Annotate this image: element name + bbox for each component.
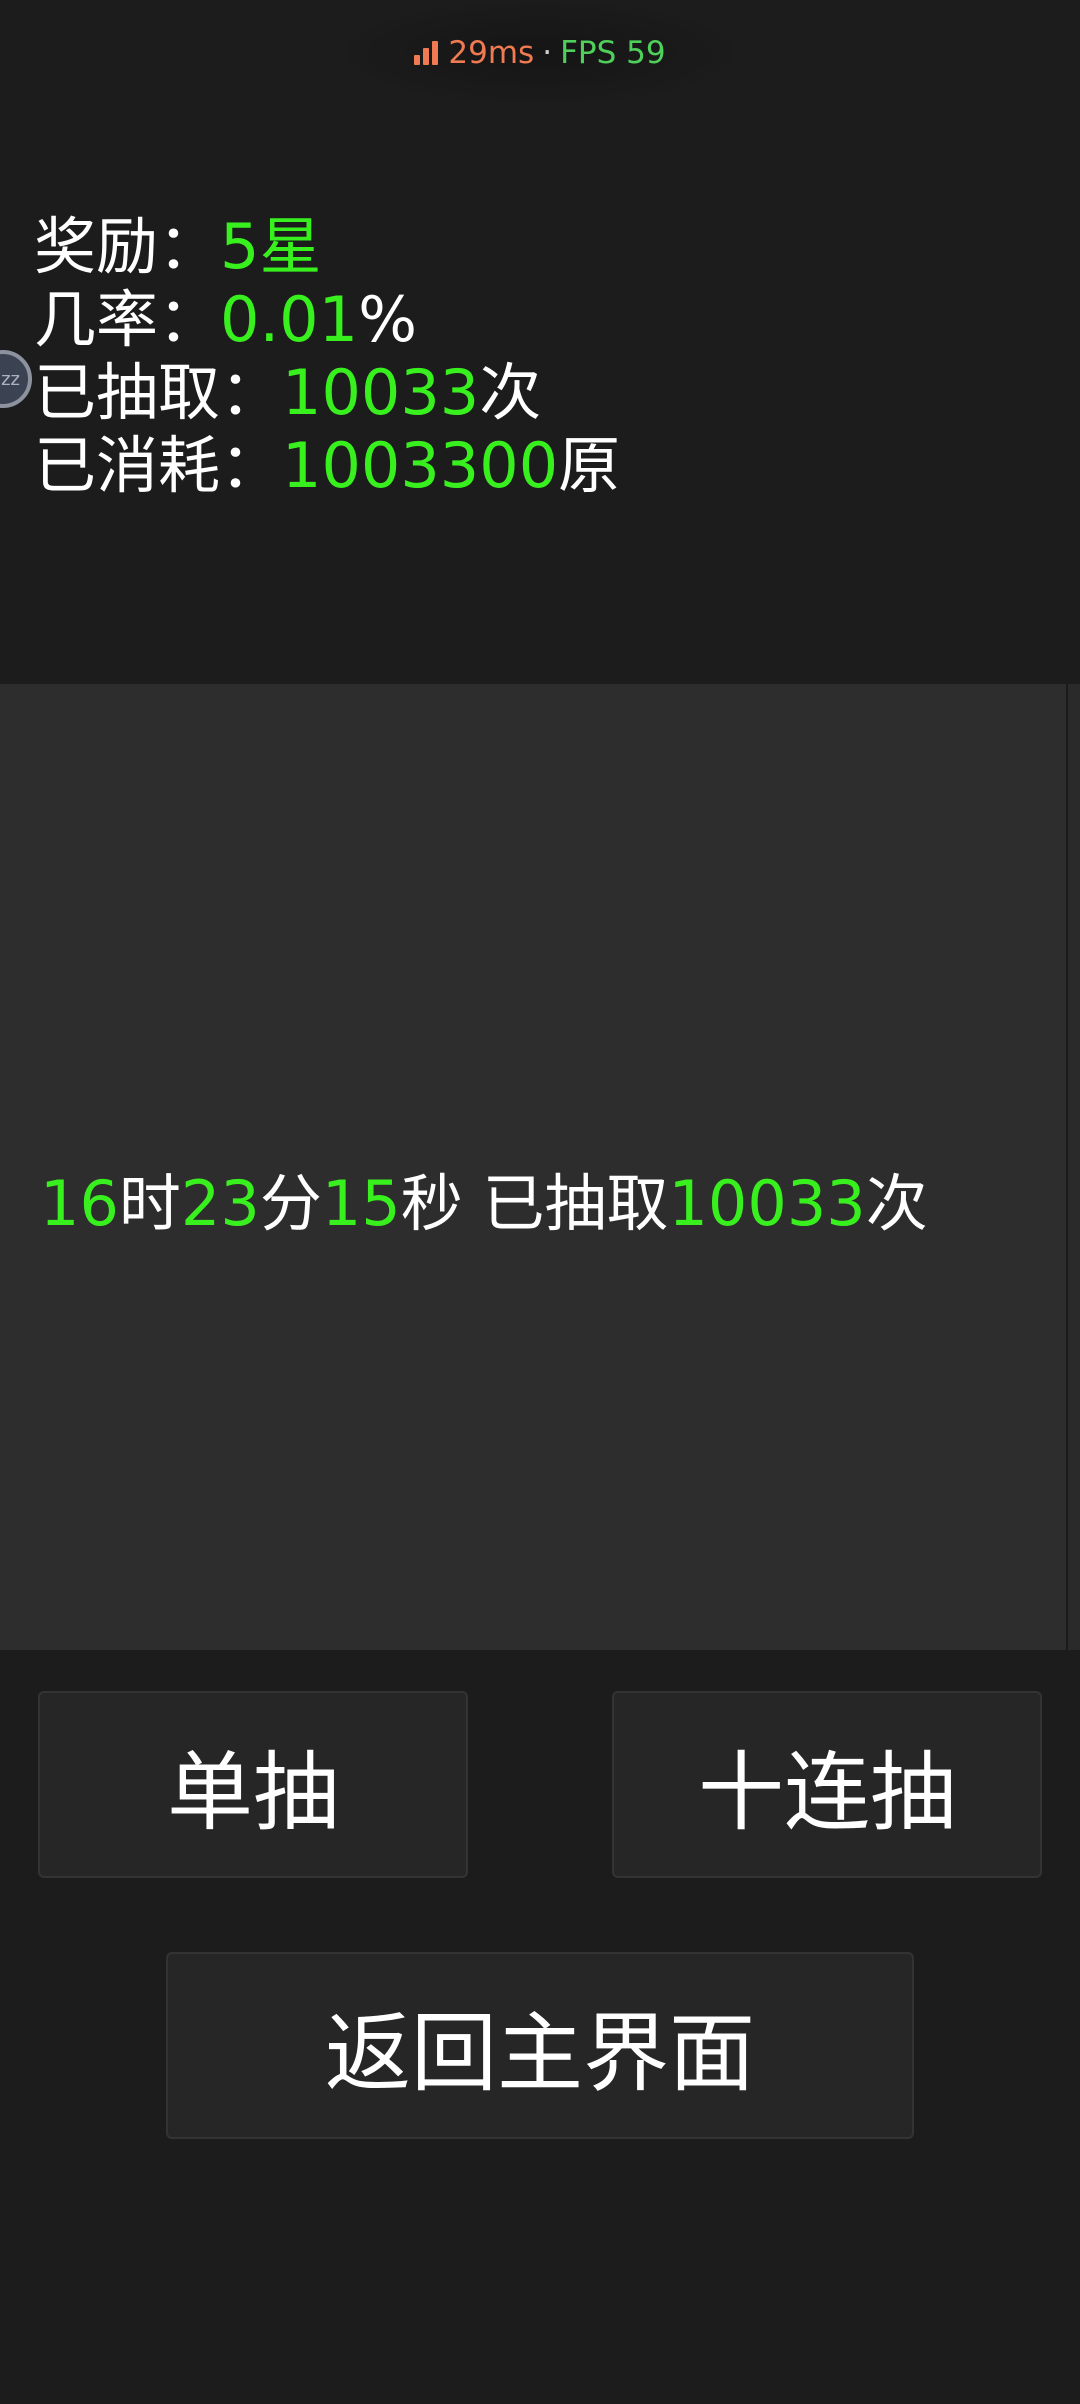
timer-hours-unit: 时: [118, 1167, 181, 1240]
timer-seconds: 15: [321, 1167, 401, 1240]
elapsed-timer-line: 16时23分15秒 已抽取10033次: [40, 1166, 928, 1242]
spent-label: 已消耗：: [34, 429, 283, 502]
gacha-screen: 29ms · FPS 59 奖励：5星 几率：0.01% 已抽取：10033次 …: [0, 0, 1080, 2404]
separator-dot: ·: [542, 34, 553, 71]
rate-unit: %: [358, 283, 417, 356]
timer-hours: 16: [40, 1167, 119, 1240]
timer-drawn-unit: 次: [865, 1167, 928, 1240]
timer-drawn-label: 已抽取: [462, 1167, 669, 1240]
reward-line: 奖励：5星: [34, 210, 620, 283]
spent-line: 已消耗：1003300原: [34, 429, 620, 502]
drawn-value: 10033: [282, 356, 480, 429]
latency-text: 29ms: [448, 34, 535, 71]
drawn-unit: 次: [479, 356, 542, 429]
fps-text: FPS 59: [560, 34, 666, 71]
spent-value: 1003300: [282, 429, 559, 502]
panel-scroll-edge: [1066, 684, 1080, 1650]
floating-assistant-bubble[interactable]: zz: [0, 350, 32, 408]
timer-drawn-value: 10033: [668, 1167, 866, 1240]
bubble-text: zz: [1, 368, 20, 390]
network-status-overlay: 29ms · FPS 59: [340, 0, 740, 105]
signal-bars-icon: [414, 40, 439, 65]
timer-seconds-unit: 秒: [400, 1167, 463, 1240]
drawn-label: 已抽取：: [34, 356, 283, 429]
drawn-line: 已抽取：10033次: [34, 356, 620, 429]
ten-draw-button[interactable]: 十连抽: [612, 1691, 1042, 1878]
stats-block: 奖励：5星 几率：0.01% 已抽取：10033次 已消耗：1003300原: [34, 210, 620, 502]
timer-minutes-unit: 分: [259, 1167, 322, 1240]
single-draw-button[interactable]: 单抽: [38, 1691, 468, 1878]
rate-line: 几率：0.01%: [34, 283, 620, 356]
rate-value: 0.01: [220, 283, 359, 356]
back-to-main-button[interactable]: 返回主界面: [166, 1952, 914, 2139]
spent-unit: 原: [558, 429, 621, 502]
timer-minutes: 23: [180, 1167, 260, 1240]
reward-label: 奖励：: [34, 210, 221, 283]
reward-value: 5星: [220, 210, 322, 283]
rate-label: 几率：: [34, 283, 221, 356]
